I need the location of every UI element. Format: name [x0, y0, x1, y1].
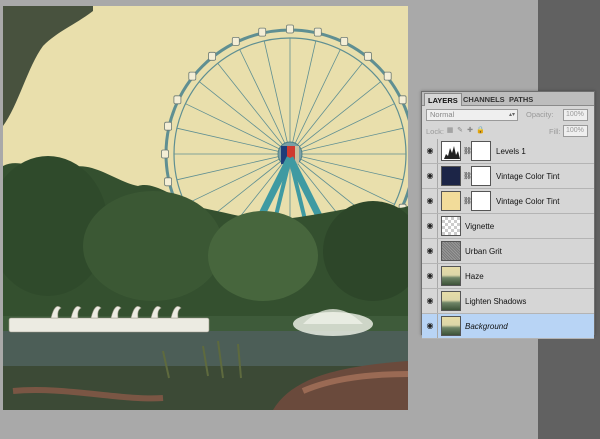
row-divider [437, 139, 438, 163]
layer-thumb [441, 216, 461, 236]
opacity-label: Opacity: [526, 110, 554, 119]
layer-thumb [441, 241, 461, 261]
photo-image[interactable] [3, 6, 408, 410]
layer-thumb [441, 291, 461, 311]
gondola [383, 71, 392, 81]
eye-icon[interactable]: ◉ [425, 196, 435, 206]
gondola [188, 71, 197, 81]
layer-row-vintage-color-tint-navy[interactable]: ◉ ⛓ Vintage Color Tint [422, 164, 594, 189]
eye-icon[interactable]: ◉ [425, 171, 435, 181]
gondola [286, 24, 294, 34]
layer-row-haze[interactable]: ◉ Haze [422, 264, 594, 289]
gondola [363, 51, 372, 61]
row-divider [437, 289, 438, 313]
layer-row-vintage-color-tint-cream[interactable]: ◉ ⛓ Vintage Color Tint [422, 189, 594, 214]
gondola [258, 27, 267, 37]
document-canvas[interactable] [0, 0, 410, 412]
layer-mask-thumb[interactable] [471, 191, 491, 211]
gondola [340, 36, 349, 46]
lock-all-icon[interactable]: 🔒 [476, 127, 485, 135]
fill-input[interactable]: 100% [563, 125, 588, 137]
layer-name: Vintage Color Tint [496, 172, 560, 181]
color-fill-thumb [441, 191, 461, 211]
tab-paths[interactable]: PATHS [506, 93, 536, 106]
lock-label: Lock: [426, 127, 444, 136]
row-divider [437, 239, 438, 263]
layer-name: Vignette [465, 222, 495, 231]
color-fill-thumb [441, 166, 461, 186]
gondola [208, 51, 217, 61]
gondola [164, 177, 173, 187]
layer-row-background[interactable]: ◉ Background [422, 314, 594, 339]
opacity-input[interactable]: 100% [563, 109, 588, 121]
gondola [164, 121, 173, 131]
layer-name: Background [465, 322, 508, 331]
layer-thumb [441, 316, 461, 336]
gondola [398, 95, 407, 105]
row-divider [437, 189, 438, 213]
fill-label: Fill: [549, 127, 561, 136]
gondola [173, 95, 182, 105]
row-divider [437, 314, 438, 338]
eye-icon[interactable]: ◉ [425, 221, 435, 231]
layer-name: Lighten Shadows [465, 297, 527, 306]
eye-icon[interactable]: ◉ [425, 246, 435, 256]
layer-name: Haze [465, 272, 484, 281]
gondola [313, 27, 322, 37]
layer-name: Levels 1 [496, 147, 526, 156]
tab-channels[interactable]: CHANNELS [460, 93, 508, 106]
lock-image-icon[interactable]: ✎ [456, 127, 464, 135]
eye-icon[interactable]: ◉ [425, 146, 435, 156]
tab-layers[interactable]: LAYERS [424, 93, 462, 106]
layer-row-lighten-shadows[interactable]: ◉ Lighten Shadows [422, 289, 594, 314]
layers-panel: LAYERS CHANNELS PATHS Normal ▴▾ Opacity:… [421, 91, 595, 339]
layer-row-vignette[interactable]: ◉ Vignette [422, 214, 594, 239]
ferris-wheel-scene [3, 6, 408, 410]
lock-transparent-icon[interactable]: ▦ [446, 127, 454, 135]
blend-mode-select[interactable]: Normal ▴▾ [426, 109, 518, 121]
layer-row-urban-grit[interactable]: ◉ Urban Grit [422, 239, 594, 264]
layer-name: Vintage Color Tint [496, 197, 560, 206]
row-divider [437, 214, 438, 238]
eye-icon[interactable]: ◉ [425, 271, 435, 281]
eye-icon[interactable]: ◉ [425, 321, 435, 331]
gondola [161, 149, 169, 159]
select-arrows-icon: ▴▾ [508, 112, 515, 118]
layer-thumb [441, 266, 461, 286]
row-divider [437, 164, 438, 188]
layer-mask-thumb[interactable] [471, 166, 491, 186]
layer-name: Urban Grit [465, 247, 502, 256]
levels-icon [441, 141, 461, 161]
row-divider [437, 264, 438, 288]
layer-mask-thumb[interactable] [471, 141, 491, 161]
panel-tab-bar: LAYERS CHANNELS PATHS [422, 92, 594, 106]
layer-row-levels-1[interactable]: ◉ ⛓ Levels 1 [422, 139, 594, 164]
gondola [231, 36, 240, 46]
blend-mode-value: Normal [430, 110, 455, 119]
eye-icon[interactable]: ◉ [425, 296, 435, 306]
layers-list: ◉ ⛓ Levels 1 ◉ ⛓ Vintage Color Tint ◉ ⛓ … [422, 139, 594, 339]
lock-position-icon[interactable]: ✚ [466, 127, 474, 135]
